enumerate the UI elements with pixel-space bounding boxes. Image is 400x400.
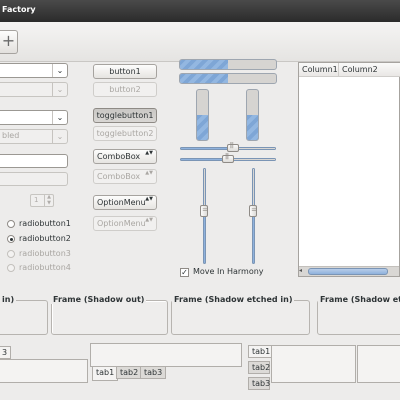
spin-arrows: ▲ ▼ [44, 194, 53, 206]
slider-trough-rest [228, 159, 275, 160]
radio-indicator [7, 264, 15, 272]
window-title: Factory [2, 5, 36, 14]
spin-down-icon: ▼ [47, 199, 51, 206]
progress-fill [247, 115, 258, 140]
tab-3[interactable]: 3 [0, 346, 12, 359]
chevron-down-icon: ⌄ [52, 83, 67, 96]
slider-thumb[interactable] [249, 205, 258, 218]
side-tab-tab2[interactable]: tab2 [248, 361, 270, 374]
updown-icon: ▲▼ [145, 150, 153, 156]
horizontal-progress-bar-1 [179, 59, 277, 70]
notebook-bottom-tabs [90, 343, 242, 367]
frame-label-3: Frame (Shadow etched in) [172, 295, 295, 304]
side-tab-tab1[interactable]: tab1 [248, 345, 272, 358]
frame-label-2: Frame (Shadow out) [51, 295, 147, 304]
text-entry-2 [0, 172, 68, 186]
slider-thumb[interactable] [226, 142, 239, 152]
toolbar [0, 22, 400, 62]
slider-thumb[interactable] [222, 153, 234, 163]
vertical-progress-bar-2 [246, 89, 259, 141]
column-header-1[interactable]: Column1 [299, 63, 339, 77]
vertical-progress-bar-1 [196, 89, 209, 141]
scroll-left-icon[interactable]: ◂ [299, 267, 302, 274]
option-menu-2-label: OptionMenu [97, 219, 146, 228]
radio-label: radiobutton4 [19, 263, 71, 272]
slider-trough-rest [232, 148, 275, 149]
tab-tab3[interactable]: tab3 [140, 366, 167, 379]
notebook-right-tabs [357, 345, 400, 383]
frame-label-4: Frame (Shadow etch [318, 295, 400, 304]
chevron-down-icon[interactable]: ⌄ [52, 64, 67, 77]
combo-box-4: bled ⌄ [0, 129, 68, 144]
frame-shadow-etched-out [317, 300, 400, 335]
toggle-button-1[interactable]: togglebutton1 [93, 108, 157, 123]
combo-box-4-label: bled [2, 131, 20, 140]
combo-box-entry-1[interactable]: ⌄ [0, 63, 68, 78]
checkbox-label: Move In Harmony [193, 267, 264, 276]
column-header-2[interactable]: Column2 [339, 63, 400, 77]
radio-indicator[interactable] [7, 235, 15, 243]
notebook-left-tabs [271, 345, 356, 383]
scrollbar-thumb[interactable] [308, 268, 388, 275]
combobox-button-2-label: ComboBox [97, 172, 141, 181]
tree-view[interactable]: Column1 Column2 ◂ [298, 62, 400, 277]
spin-value: 1 [34, 196, 39, 204]
option-menu-1-label: OptionMenu [97, 198, 146, 207]
toggle-button-2: togglebutton2 [93, 126, 157, 141]
plus-icon: + [1, 31, 16, 50]
chevron-down-icon: ⌄ [52, 130, 67, 143]
button-2: button2 [93, 82, 157, 97]
horizontal-scrollbar[interactable]: ◂ [299, 266, 399, 276]
progress-fill [180, 74, 228, 83]
tab-tab2[interactable]: tab2 [116, 366, 143, 379]
frame-shadow-in [0, 300, 48, 335]
updown-icon: ▲▼ [145, 217, 153, 223]
tab-tab1[interactable]: tab1 [92, 367, 119, 381]
radio-label: radiobutton1 [19, 219, 71, 228]
frame-label-1: in) [0, 295, 17, 304]
window-titlebar: Factory [0, 0, 400, 22]
radio-indicator[interactable] [7, 220, 15, 228]
combobox-button-2: ComboBox ▲▼ [93, 169, 157, 184]
updown-icon: ▲▼ [145, 196, 153, 202]
chevron-down-icon[interactable]: ⌄ [52, 111, 67, 124]
progress-fill [180, 60, 228, 69]
combobox-button-1[interactable]: ComboBox ▲▼ [93, 149, 157, 164]
option-menu-2: OptionMenu ▲▼ [93, 216, 157, 231]
radio-indicator [7, 250, 15, 258]
add-button[interactable]: + [0, 30, 18, 54]
slider-thumb[interactable] [200, 205, 209, 218]
combo-box-entry-2: ⌄ [0, 82, 68, 97]
option-menu-1[interactable]: OptionMenu ▲▼ [93, 195, 157, 210]
updown-icon: ▲▼ [145, 170, 153, 176]
notebook-top-tabs [0, 359, 88, 383]
spin-button: 1 ▲ ▼ [30, 194, 54, 207]
side-tab-tab3[interactable]: tab3 [248, 377, 270, 390]
check-icon[interactable]: ✓ [180, 268, 189, 277]
frame-shadow-etched-in [171, 300, 310, 335]
frame-shadow-out [51, 300, 168, 335]
progress-fill [197, 115, 208, 140]
radio-label: radiobutton3 [19, 249, 71, 258]
combobox-button-1-label: ComboBox [97, 152, 141, 161]
horizontal-progress-bar-2 [179, 73, 277, 84]
text-entry-1[interactable] [0, 154, 68, 168]
radio-label: radiobutton2 [19, 234, 71, 243]
combo-box-3[interactable]: ⌄ [0, 110, 68, 125]
button-1[interactable]: button1 [93, 64, 157, 79]
